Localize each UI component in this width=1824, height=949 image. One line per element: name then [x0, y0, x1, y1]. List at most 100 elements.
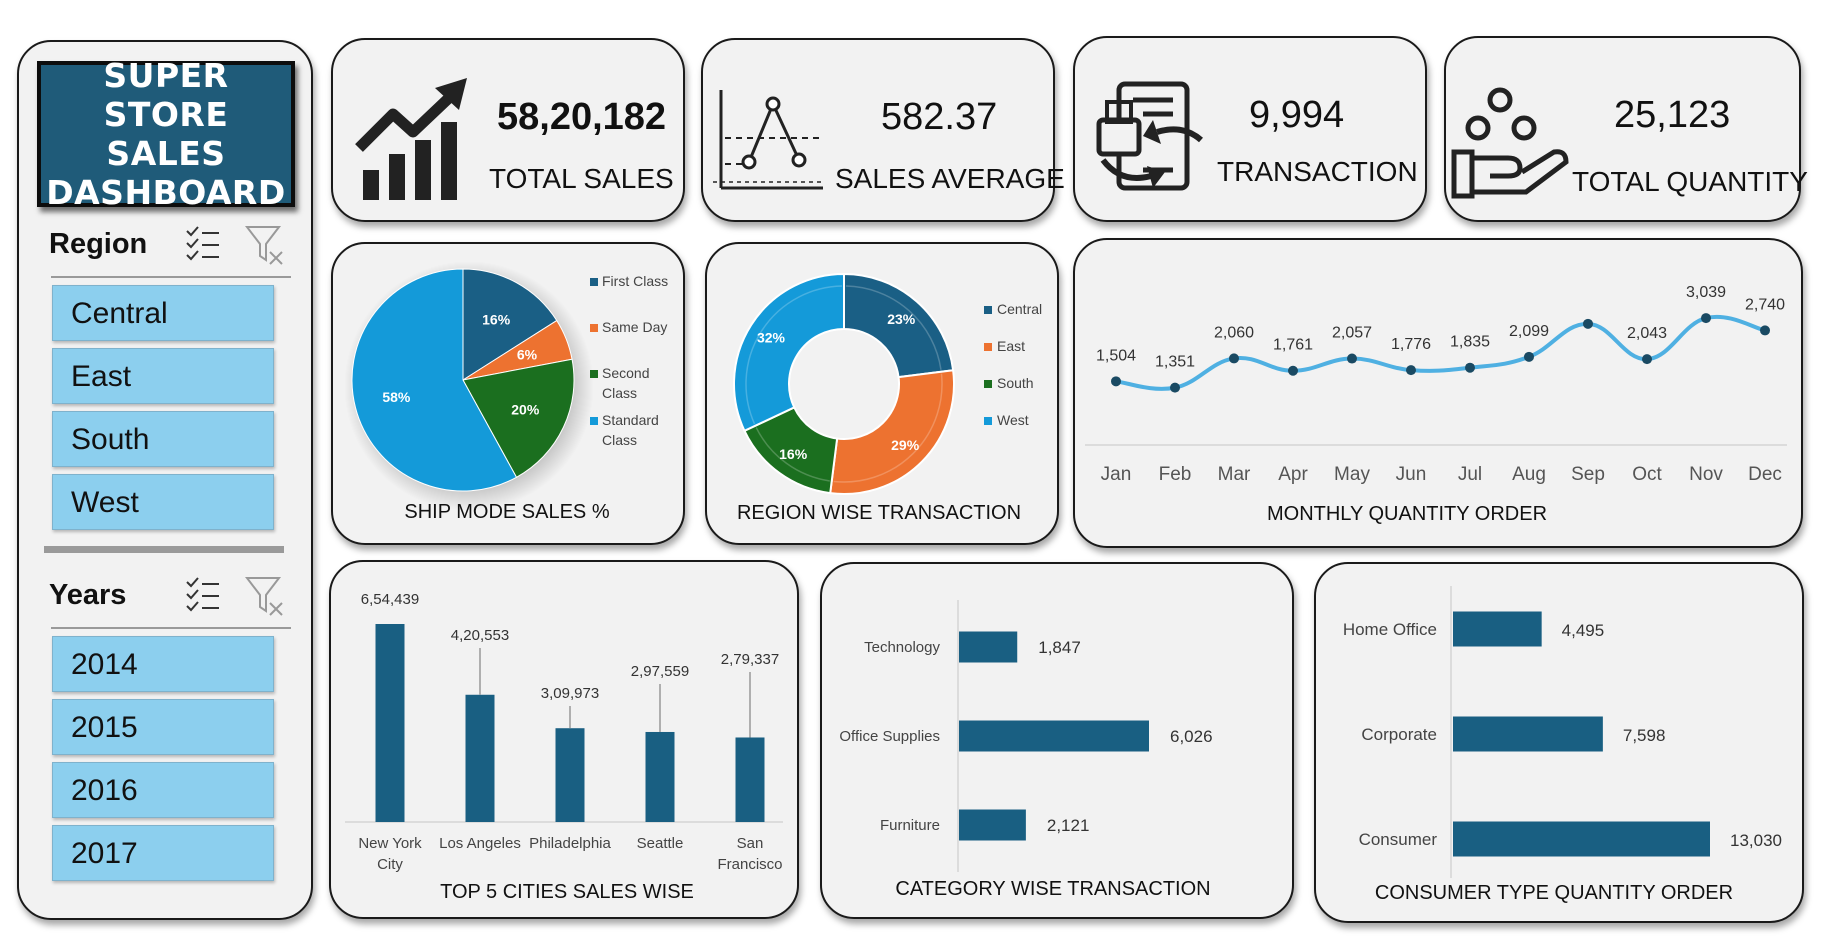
data-point[interactable] [1406, 365, 1416, 376]
data-point[interactable] [1288, 365, 1298, 376]
year-item-2015[interactable]: 2015 [52, 699, 274, 755]
segment-label: 23% [887, 311, 916, 327]
legend-entry: Same Day [602, 319, 667, 335]
data-label: 1,504 [1096, 347, 1136, 364]
clear-filter-icon[interactable] [245, 575, 285, 617]
chart-title: REGION WISE TRANSACTION [737, 502, 1021, 524]
segment-label: 16% [779, 446, 808, 462]
data-point[interactable] [1170, 382, 1180, 393]
bar[interactable] [375, 624, 405, 822]
chart-title: CATEGORY WISE TRANSACTION [895, 878, 1210, 900]
bar[interactable] [1453, 611, 1542, 647]
bar[interactable] [555, 728, 585, 822]
kpi-sales-average-value: 582.37 [881, 96, 998, 138]
slice-label: 6% [517, 347, 538, 363]
x-tick-label: Los Angeles [439, 835, 521, 852]
data-label: 1,761 [1273, 337, 1313, 354]
region-item-central[interactable]: Central [52, 285, 274, 341]
kpi-transaction-label: TRANSACTION [1217, 156, 1418, 187]
ship-mode-pie-chart: 16% 6% 20% 58% First Class Same Day Second Clas… [344, 261, 668, 523]
bar[interactable] [465, 694, 495, 822]
multi-select-icon[interactable] [183, 575, 223, 615]
data-point[interactable] [1583, 318, 1593, 329]
legend-swatch [590, 278, 598, 286]
years-slicer-divider [51, 627, 291, 629]
kpi-sales-average-label: SALES AVERAGE [835, 163, 1065, 194]
data-label: 7,598 [1623, 726, 1666, 745]
data-point[interactable] [1642, 354, 1652, 365]
legend-entry: Central [997, 301, 1042, 317]
kpi-total-sales: 58,20,182 TOTAL SALES [331, 38, 685, 222]
dashboard-title: SUPER STORE SALES DASHBOARD [41, 56, 291, 212]
dashboard-title-line-1: SUPER STORE [103, 56, 229, 134]
y-tick-label: Home Office [1343, 620, 1437, 639]
chart-title: MONTHLY QUANTITY ORDER [1267, 503, 1547, 525]
category-transaction-panel: 1,847 Technology 6,026 Office Supplies 2,121… [820, 562, 1294, 919]
data-point[interactable] [1465, 362, 1475, 373]
consumer-type-bar-chart: 4,495 Home Office 7,598 Corporate 13,030 Cons… [1343, 586, 1782, 904]
bar[interactable] [959, 631, 1018, 663]
data-label: 4,20,553 [451, 627, 509, 644]
data-point[interactable] [1347, 353, 1357, 364]
data-label: 1,835 [1450, 334, 1490, 351]
region-item-east[interactable]: East [52, 348, 274, 404]
bar[interactable] [735, 737, 765, 822]
legend-swatch [984, 417, 992, 425]
legend-swatch [984, 306, 992, 314]
kpi-total-quantity: 25,123 TOTAL QUANTITY [1444, 36, 1808, 222]
data-label: 2,79,337 [721, 651, 779, 668]
legend-entry: East [997, 338, 1025, 354]
data-point[interactable] [1229, 353, 1239, 364]
kpi-transaction-value: 9,994 [1249, 94, 1345, 136]
y-tick-label: Consumer [1359, 830, 1438, 849]
chart-title: SHIP MODE SALES % [404, 501, 609, 523]
data-point[interactable] [1524, 351, 1534, 362]
x-tick-label: Nov [1689, 464, 1723, 485]
legend-swatch [590, 324, 598, 332]
bar[interactable] [959, 809, 1026, 841]
x-tick-label: Mar [1218, 464, 1251, 485]
data-label: 4,495 [1562, 621, 1605, 640]
x-tick-label: Dec [1748, 464, 1782, 485]
x-tick-label: May [1334, 464, 1370, 485]
bar[interactable] [645, 731, 675, 822]
data-point[interactable] [1760, 325, 1770, 336]
dashboard-title-line-2: SALES [106, 134, 226, 173]
y-tick-label: Corporate [1361, 725, 1437, 744]
growth-chart-icon [355, 78, 467, 200]
x-tick-label: Aug [1512, 464, 1546, 485]
data-point[interactable] [1111, 376, 1121, 387]
bar[interactable] [1453, 821, 1710, 857]
monthly-quantity-line-chart: 1,504 Jan 1,351 Feb 2,060 Mar 1,761 Apr 2,057 May… [1085, 284, 1787, 525]
x-tick-label: Jan [1101, 464, 1132, 485]
chart-title: TOP 5 CITIES SALES WISE [440, 881, 694, 903]
ship-mode-panel: 16% 6% 20% 58% First Class Same Day Second Clas… [331, 242, 685, 545]
legend-entry: South [997, 375, 1034, 391]
data-label: 6,026 [1170, 727, 1213, 746]
region-item-south[interactable]: South [52, 411, 274, 467]
data-label: 1,776 [1391, 336, 1431, 353]
legend-entry: First Class [602, 273, 668, 289]
x-tick-label: Jul [1458, 464, 1482, 485]
x-tick-label: New York City [358, 835, 422, 873]
slice-label: 20% [511, 401, 540, 417]
data-label: 6,54,439 [361, 591, 419, 608]
region-transaction-panel: 23% 29% 16% 32% Central East South West REGION W… [705, 242, 1059, 545]
bar[interactable] [1453, 716, 1603, 752]
monthly-quantity-panel: 1,504 Jan 1,351 Feb 2,060 Mar 1,761 Apr 2,057 May… [1073, 238, 1803, 548]
clear-filter-icon[interactable] [245, 224, 285, 266]
year-item-2017[interactable]: 2017 [52, 825, 274, 881]
data-point[interactable] [1701, 313, 1711, 324]
data-label: 3,039 [1686, 284, 1726, 301]
legend-entry: West [997, 412, 1029, 428]
year-item-2014[interactable]: 2014 [52, 636, 274, 692]
region-item-west[interactable]: West [52, 474, 274, 530]
data-label: 2,121 [1047, 816, 1090, 835]
region-slicer-header: Region [49, 224, 289, 268]
bar[interactable] [959, 720, 1149, 752]
multi-select-icon[interactable] [183, 224, 223, 264]
donut-segment[interactable] [829, 369, 955, 495]
dashboard-title-line-3: DASHBOARD [46, 173, 286, 212]
segment-label: 32% [757, 330, 786, 346]
year-item-2016[interactable]: 2016 [52, 762, 274, 818]
